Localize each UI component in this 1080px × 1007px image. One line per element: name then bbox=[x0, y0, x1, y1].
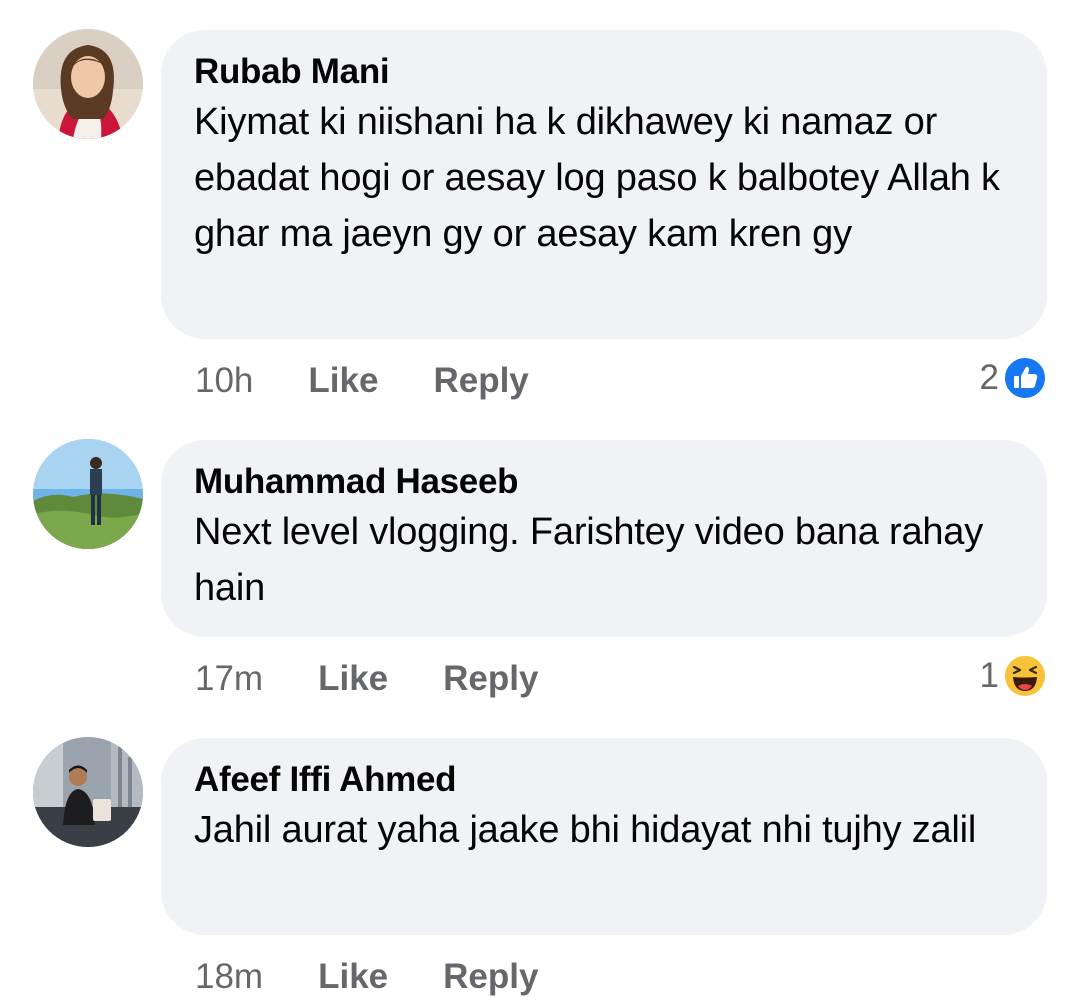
comment-author[interactable]: Muhammad Haseeb bbox=[194, 462, 1017, 502]
reaction-count: 1 bbox=[979, 656, 999, 695]
avatar-image bbox=[33, 439, 143, 549]
reply-button[interactable]: Reply bbox=[443, 659, 538, 699]
like-button[interactable]: Like bbox=[308, 361, 378, 401]
reply-button[interactable]: Reply bbox=[443, 957, 538, 997]
comment-text: Next level vlogging. Farishtey video ban… bbox=[194, 511, 984, 609]
avatar[interactable] bbox=[33, 29, 143, 139]
reaction-summary[interactable]: 2 bbox=[980, 353, 1047, 403]
comment-bubble: Muhammad Haseeb Next level vlogging. Far… bbox=[161, 440, 1047, 637]
like-button[interactable]: Like bbox=[318, 659, 388, 699]
like-icon bbox=[1003, 356, 1047, 400]
comment-actions: 18m Like Reply bbox=[195, 952, 538, 1002]
reply-button[interactable]: Reply bbox=[433, 361, 528, 401]
comment-actions: 17m Like Reply bbox=[195, 654, 538, 704]
comment-text: Kiymat ki niishani ha k dikhawey ki nama… bbox=[194, 101, 1000, 255]
reaction-count: 2 bbox=[979, 358, 999, 397]
comment-author[interactable]: Rubab Mani bbox=[194, 52, 1017, 92]
like-button[interactable]: Like bbox=[318, 957, 388, 997]
avatar-image bbox=[33, 737, 143, 847]
comment-bubble: Afeef Iffi Ahmed Jahil aurat yaha jaake … bbox=[161, 738, 1047, 935]
avatar[interactable] bbox=[33, 737, 143, 847]
avatar-image bbox=[33, 29, 143, 139]
comment-actions: 10h Like Reply bbox=[195, 356, 529, 406]
reaction-summary[interactable]: 1 bbox=[980, 651, 1047, 701]
comment-time[interactable]: 17m bbox=[195, 659, 263, 699]
comment-bubble: Rubab Mani Kiymat ki niishani ha k dikha… bbox=[161, 30, 1047, 339]
comment-time[interactable]: 10h bbox=[195, 361, 253, 401]
haha-icon bbox=[1003, 654, 1047, 698]
comment-author[interactable]: Afeef Iffi Ahmed bbox=[194, 760, 1017, 800]
comment-text: Jahil aurat yaha jaake bhi hidayat nhi t… bbox=[194, 809, 977, 851]
avatar[interactable] bbox=[33, 439, 143, 549]
comment-time[interactable]: 18m bbox=[195, 957, 263, 997]
